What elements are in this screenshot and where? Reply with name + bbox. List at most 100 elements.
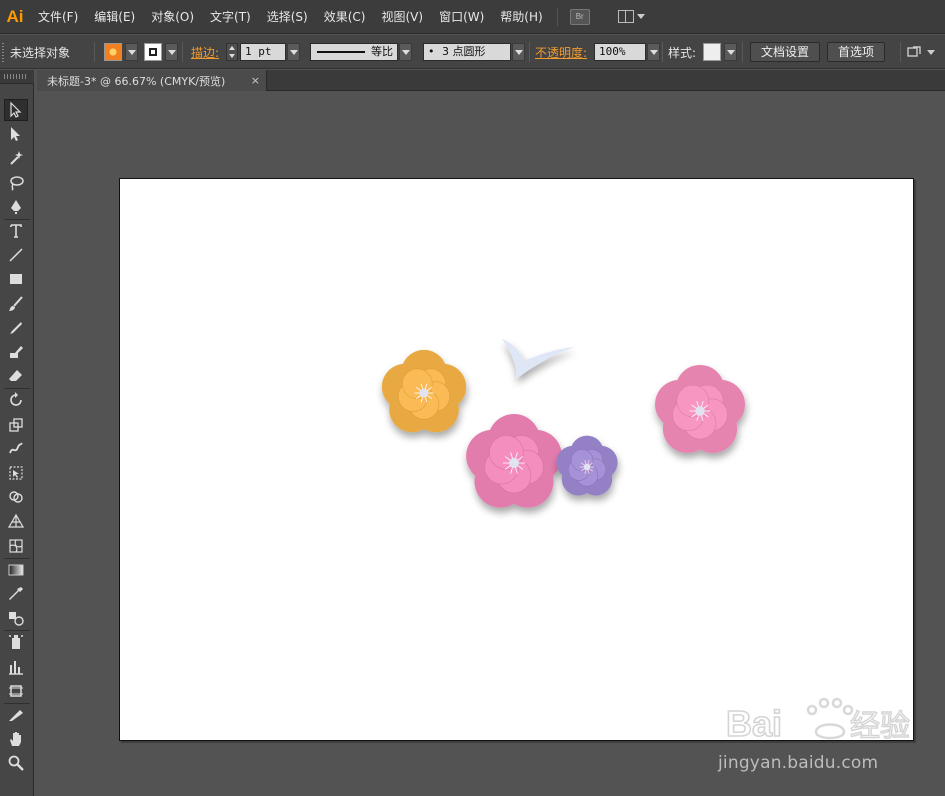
eyedropper-tool[interactable] [4, 583, 28, 605]
brush-definition[interactable]: • 3 点圆形 [423, 35, 525, 69]
menu-edit[interactable]: 编辑(E) [86, 0, 143, 34]
stroke-color-control[interactable] [144, 35, 178, 69]
menu-effect[interactable]: 效果(C) [316, 0, 374, 34]
perspective-grid-tool[interactable] [4, 510, 28, 532]
variable-width-profile[interactable]: 等比 [310, 35, 412, 69]
column-graph-tool[interactable] [4, 656, 28, 678]
menu-window[interactable]: 窗口(W) [431, 0, 492, 34]
column-graph-icon [9, 660, 23, 675]
app-logo: Ai [6, 6, 24, 26]
magic-wand-tool[interactable] [4, 147, 28, 169]
lasso-tool[interactable] [4, 172, 28, 194]
menu-file[interactable]: 文件(F) [30, 0, 86, 34]
direct-selection-tool[interactable] [4, 123, 28, 145]
menu-help[interactable]: 帮助(H) [492, 0, 550, 34]
eraser-tool[interactable] [4, 365, 28, 387]
blend-tool[interactable] [4, 607, 28, 629]
menu-view[interactable]: 视图(V) [373, 0, 431, 34]
menu-select[interactable]: 选择(S) [259, 0, 316, 34]
opacity-field[interactable]: 100% [594, 43, 646, 61]
direct-selection-icon [11, 127, 20, 142]
hand-tool[interactable] [4, 728, 28, 750]
stroke-weight-control[interactable]: 1 pt [226, 35, 300, 69]
menu-object[interactable]: 对象(O) [143, 0, 202, 34]
flower-center [695, 406, 705, 416]
shape-builder-icon [9, 491, 23, 503]
type-tool[interactable] [4, 220, 28, 242]
chevron-down-icon [927, 49, 935, 55]
graphic-style-dropdown[interactable] [724, 43, 737, 61]
shape-builder-tool[interactable] [4, 486, 28, 508]
line-segment-tool[interactable] [4, 244, 28, 266]
align-options-icon [907, 46, 921, 57]
opacity-panel-link[interactable]: 不透明度: [535, 44, 587, 61]
menu-bar: Ai 文件(F) 编辑(E) 对象(O) 文字(T) 选择(S) 效果(C) 视… [0, 0, 945, 34]
opacity-dropdown[interactable] [647, 43, 660, 61]
pen-tool[interactable] [4, 196, 28, 218]
fill-color-control[interactable] [104, 35, 138, 69]
rectangle-tool[interactable] [4, 268, 28, 290]
scale-tool[interactable] [4, 414, 28, 436]
stroke-panel-link[interactable]: 描边: [191, 44, 219, 61]
stroke-weight-field[interactable]: 1 pt [240, 43, 286, 61]
blob-brush-tool[interactable] [4, 341, 28, 363]
arrange-documents-button[interactable] [617, 9, 646, 25]
paper-bird [502, 339, 575, 379]
bridge-button[interactable]: Br [569, 8, 590, 25]
eyedropper-icon [9, 587, 23, 600]
pencil-tool[interactable] [4, 317, 28, 339]
symbol-sprayer-tool[interactable] [4, 631, 28, 653]
artboard[interactable] [119, 178, 914, 741]
free-transform-icon [9, 466, 23, 480]
paintbrush-tool[interactable] [4, 293, 28, 315]
brush-dot-icon: • [428, 45, 435, 58]
orange-flower [381, 349, 467, 433]
artboard-tool[interactable] [4, 680, 28, 702]
graphic-style-control[interactable] [703, 35, 737, 69]
graphic-style-swatch[interactable] [703, 43, 721, 61]
magic-wand-icon [10, 151, 23, 166]
flower-center [419, 388, 429, 398]
slice-tool[interactable] [4, 704, 28, 726]
line-segment-icon [9, 248, 23, 262]
style-label: 样式: [668, 45, 697, 60]
purple-flower [556, 435, 618, 496]
panel-options-control[interactable] [907, 35, 935, 69]
eraser-icon [9, 370, 22, 382]
menu-separator [556, 7, 558, 26]
mesh-tool[interactable] [4, 535, 28, 557]
hand-icon [10, 732, 21, 747]
brush-dropdown[interactable] [512, 43, 525, 61]
menu-type[interactable]: 文字(T) [202, 0, 259, 34]
close-tab-icon[interactable]: × [251, 74, 260, 87]
selection-tool[interactable] [4, 99, 28, 121]
rotate-tool[interactable] [4, 389, 28, 411]
preferences-button[interactable]: 首选项 [827, 42, 886, 62]
paintbrush-icon [9, 295, 23, 311]
gradient-tool[interactable] [4, 559, 28, 581]
tools-panel-grip[interactable] [0, 70, 34, 84]
arrange-documents-icon [617, 10, 634, 23]
fill-swatch[interactable] [104, 43, 122, 61]
brush-label: 3 点圆形 [442, 45, 486, 58]
svg-text:经验: 经验 [850, 709, 910, 744]
stroke-dropdown[interactable] [165, 43, 178, 61]
gradient-icon [8, 564, 24, 576]
document-tab[interactable]: 未标题-3* @ 66.67% (CMYK/预览) × [37, 70, 267, 91]
document-tab-title: 未标题-3* @ 66.67% (CMYK/预览) [47, 74, 226, 88]
stroke-swatch[interactable] [144, 43, 162, 61]
opacity-control[interactable]: 100% [594, 35, 660, 69]
rotate-icon [10, 392, 22, 407]
profile-dropdown[interactable] [399, 43, 412, 61]
free-transform-tool[interactable] [4, 462, 28, 484]
stroke-weight-stepper[interactable] [226, 43, 238, 61]
tools-panel [0, 70, 34, 796]
blob-brush-icon [10, 346, 23, 358]
zoom-tool[interactable] [4, 752, 28, 774]
stroke-weight-dropdown[interactable] [287, 43, 300, 61]
stroke-profile-label: 等比 [371, 45, 393, 58]
document-setup-button[interactable]: 文档设置 [750, 42, 821, 62]
fill-dropdown[interactable] [125, 43, 138, 61]
symbol-sprayer-icon [9, 635, 23, 650]
warp-tool[interactable] [4, 438, 28, 460]
